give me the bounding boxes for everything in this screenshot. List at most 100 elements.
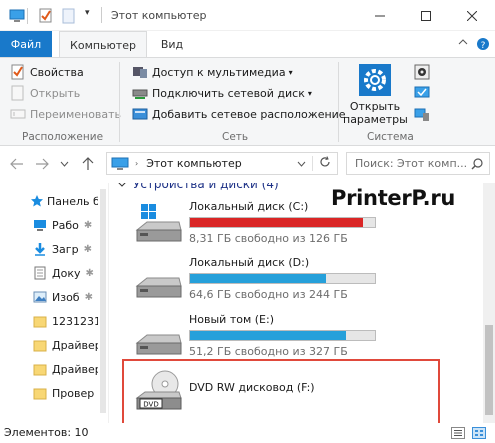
close-button[interactable] xyxy=(449,0,495,31)
window-title: Этот компьютер xyxy=(111,9,207,22)
watermark-text: PrinterP.ru xyxy=(331,186,456,210)
new-folder-quick-icon[interactable] xyxy=(61,7,77,25)
drive-name: Новый том (E:) xyxy=(189,313,274,326)
properties-icon xyxy=(11,64,24,80)
nav-item-documents[interactable]: Доку ✱ xyxy=(33,263,94,283)
nav-item-label: Загр xyxy=(52,242,79,256)
media-access-icon xyxy=(133,67,147,78)
details-view-icon[interactable] xyxy=(451,427,465,439)
nav-item-pictures[interactable]: Изоб ✱ xyxy=(33,287,93,307)
properties-button[interactable]: Свойства xyxy=(10,64,84,80)
pin-icon: ✱ xyxy=(83,219,93,231)
back-button[interactable] xyxy=(8,154,26,174)
nav-item-folder[interactable]: 1231231 xyxy=(33,311,98,331)
nav-item-label: 1231231 xyxy=(52,314,98,328)
nav-item-quick-access[interactable]: Панель б xyxy=(30,191,98,211)
back-arrow-icon xyxy=(10,158,23,170)
windows-drive-icon xyxy=(135,204,182,242)
manage-computer-icon[interactable] xyxy=(414,106,430,122)
drive-name: Локальный диск (D:) xyxy=(189,256,310,269)
nav-item-label: Драйвер xyxy=(52,338,98,352)
navigation-pane: Панель б Рабо ✱ Загр ✱ Доку ✱ Изоб ✱ 123… xyxy=(0,183,98,423)
folder-icon xyxy=(33,316,47,328)
open-settings-label-line2: параметры xyxy=(343,113,408,126)
status-bar: Элементов: 10 xyxy=(0,423,495,443)
open-settings-button[interactable]: Открыть параметры xyxy=(343,62,408,128)
search-icon[interactable] xyxy=(471,157,483,170)
drive-usage-bar xyxy=(189,217,376,228)
address-row: › Этот компьютер Поиск: Этот комп... xyxy=(0,146,495,183)
highlight-frame xyxy=(122,359,440,426)
tiles-view-icon[interactable] xyxy=(472,427,486,439)
tab-file[interactable]: Файл xyxy=(0,31,52,57)
title-separator xyxy=(101,7,102,23)
map-network-drive-label: Подключить сетевой диск xyxy=(152,86,305,100)
help-icon[interactable]: ? xyxy=(476,37,490,54)
drive-usage-fill xyxy=(190,218,363,227)
ribbon-tab-bar: Файл Компьютер Вид ? xyxy=(0,31,495,58)
nav-item-desktop[interactable]: Рабо ✱ xyxy=(33,215,92,235)
search-input[interactable]: Поиск: Этот комп... xyxy=(346,152,490,175)
nav-item-folder[interactable]: Драйвер xyxy=(33,335,98,355)
add-network-location-button[interactable]: Добавить сетевое расположение xyxy=(132,106,346,122)
nav-item-downloads[interactable]: Загр ✱ xyxy=(33,239,92,259)
nav-item-label: Драйвер xyxy=(52,362,98,376)
navigation-scrollbar[interactable] xyxy=(98,183,108,423)
content-scroll-thumb[interactable] xyxy=(485,325,493,415)
nav-item-label: Панель б xyxy=(47,194,98,208)
ribbon-group-separator xyxy=(338,62,339,142)
desktop-icon xyxy=(34,220,46,231)
nav-item-folder[interactable]: Провер xyxy=(33,383,94,403)
address-dropdown-icon[interactable] xyxy=(297,157,306,170)
properties-label: Свойства xyxy=(30,65,84,79)
uninstall-program-icon[interactable] xyxy=(414,64,430,80)
recent-locations-button[interactable] xyxy=(58,154,70,174)
search-placeholder: Поиск: Этот комп... xyxy=(355,157,468,170)
properties-quick-icon[interactable] xyxy=(38,7,54,25)
address-bar[interactable]: › Этот компьютер xyxy=(106,152,338,175)
ribbon: Свойства Открыть Переименовать Расположе… xyxy=(0,57,495,146)
nav-item-folder[interactable]: Драйвер xyxy=(33,359,98,379)
computer-icon[interactable] xyxy=(8,7,26,25)
settings-gear-icon xyxy=(359,64,391,96)
rename-button[interactable]: Переименовать xyxy=(10,106,121,122)
media-access-label: Доступ к мультимедиа xyxy=(152,65,286,79)
drive-usage-bar xyxy=(189,330,376,341)
group-header[interactable]: Устройства и диски (4) xyxy=(117,183,279,191)
quick-access-separator xyxy=(27,8,28,24)
open-settings-label-line1: Открыть xyxy=(349,100,401,113)
minimize-button[interactable] xyxy=(357,0,403,31)
drive-usage-fill xyxy=(190,274,326,283)
folder-icon xyxy=(33,388,47,400)
drive-free-space: 8,31 ГБ свободно из 126 ГБ xyxy=(189,232,348,245)
map-network-drive-button[interactable]: Подключить сетевой диск ▾ xyxy=(132,85,312,101)
hard-drive-icon xyxy=(135,277,182,298)
tab-computer[interactable]: Компьютер xyxy=(59,31,147,58)
drive-usage-bar xyxy=(189,273,376,284)
open-icon xyxy=(11,85,24,101)
drive-usage-fill xyxy=(190,331,346,340)
drive-item-d[interactable]: Локальный диск (D:) 64,6 ГБ свободно из … xyxy=(133,256,393,314)
address-path[interactable]: Этот компьютер xyxy=(146,157,242,170)
svg-text:?: ? xyxy=(481,41,486,51)
content-scrollbar[interactable] xyxy=(483,183,495,423)
ribbon-collapse-icon[interactable] xyxy=(458,37,468,50)
group-header-label: Устройства и диски (4) xyxy=(133,183,279,191)
customize-quick-access-icon[interactable]: ▾ xyxy=(85,8,90,26)
breadcrumb-separator-icon[interactable]: › xyxy=(135,159,138,168)
chevron-down-icon xyxy=(118,183,126,187)
open-button[interactable]: Открыть xyxy=(10,85,80,101)
drive-name: Локальный диск (C:) xyxy=(189,200,309,213)
system-properties-icon[interactable] xyxy=(414,85,430,101)
media-access-button[interactable]: Доступ к мультимедиа ▾ xyxy=(132,64,293,80)
network-group-label: Сеть xyxy=(222,131,249,143)
up-button[interactable] xyxy=(79,154,97,174)
tab-view[interactable]: Вид xyxy=(152,31,192,57)
navigation-scroll-thumb[interactable] xyxy=(100,189,106,413)
chevron-down-icon xyxy=(60,161,68,167)
rename-icon xyxy=(10,109,26,119)
refresh-icon[interactable] xyxy=(312,156,331,171)
drive-free-space: 64,6 ГБ свободно из 244 ГБ xyxy=(189,288,348,301)
maximize-button[interactable] xyxy=(403,0,449,31)
forward-button[interactable] xyxy=(33,154,51,174)
